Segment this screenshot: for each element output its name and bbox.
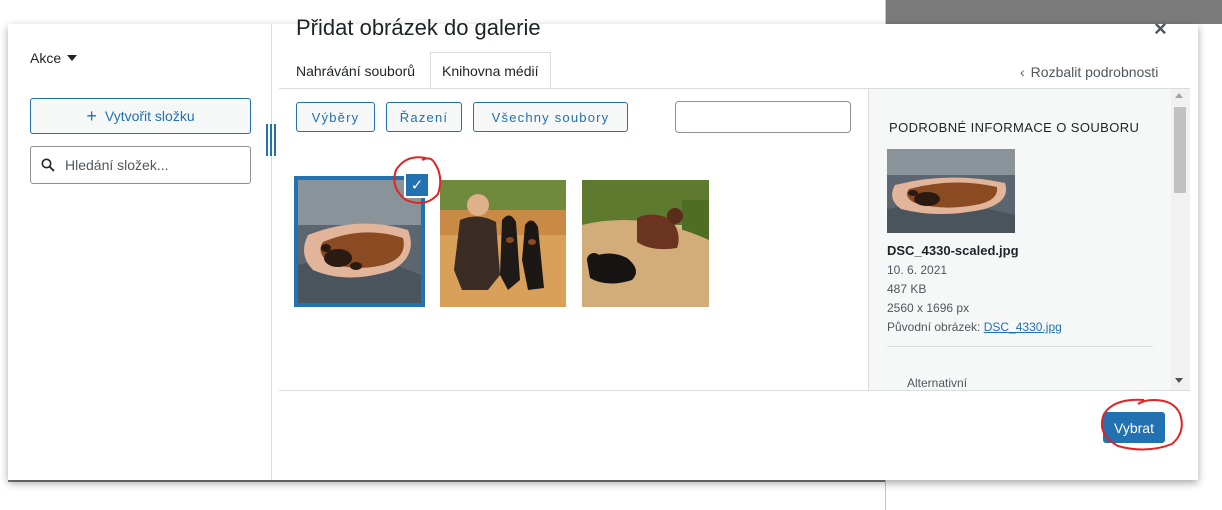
background-left-edge [0, 0, 8, 510]
background-right-header [886, 0, 1222, 24]
search-icon [41, 158, 55, 172]
selections-button[interactable]: Výběry [296, 102, 375, 132]
details-date: 10. 6. 2021 [887, 263, 948, 277]
close-icon[interactable]: × [1154, 16, 1167, 42]
dog-paw-image [298, 180, 421, 303]
man-with-dogs-image [440, 180, 566, 307]
caret-down-icon [67, 55, 78, 61]
tab-media-library[interactable]: Knihovna médií [430, 52, 551, 89]
scroll-up-arrow-icon[interactable] [1175, 93, 1183, 98]
scroll-down-arrow-icon[interactable] [1175, 378, 1183, 383]
media-item-dogs-on-deck[interactable] [582, 180, 709, 307]
scrollbar-thumb[interactable] [1174, 107, 1186, 193]
media-item-man-with-dogs[interactable] [440, 180, 566, 307]
details-thumbnail [887, 149, 1015, 233]
chevron-left-icon: ‹ [1020, 64, 1025, 80]
sort-button[interactable]: Řazení [386, 102, 462, 132]
all-files-button[interactable]: Všechny soubory [473, 102, 628, 132]
details-filesize: 487 KB [887, 282, 927, 296]
actions-dropdown[interactable]: Akce [30, 50, 78, 66]
details-heading: PODROBNÉ INFORMACE O SOUBORU [889, 120, 1140, 135]
sidebar-resize-handle[interactable] [266, 124, 278, 156]
background-right-footer [886, 482, 1222, 510]
folder-search-box[interactable] [30, 146, 251, 184]
original-image-link[interactable]: DSC_4330.jpg [984, 320, 1062, 334]
dogs-on-deck-image [582, 180, 709, 307]
expand-details-link[interactable]: ‹ Rozbalit podrobnosti [1020, 64, 1158, 80]
details-dimensions: 2560 x 1696 px [887, 301, 970, 315]
attachment-details-panel: PODROBNÉ INFORMACE O SOUBORU DSC_4330-sc… [868, 89, 1171, 390]
folder-sidebar: Akce + Vytvořit složku [8, 24, 272, 480]
actions-label: Akce [30, 50, 62, 66]
original-image-label: Původní obrázek: [887, 320, 981, 334]
plus-icon: + [86, 106, 97, 126]
media-search-input[interactable] [675, 101, 851, 133]
details-divider [887, 346, 1153, 347]
expand-details-label: Rozbalit podrobnosti [1030, 64, 1159, 80]
details-paw-image [887, 149, 1015, 233]
folder-search-input[interactable] [65, 157, 235, 173]
details-filename: DSC_4330-scaled.jpg [887, 243, 1019, 258]
footer-divider [279, 390, 1190, 391]
details-original: Původní obrázek: DSC_4330.jpg [887, 320, 1062, 334]
alt-text-label: Alternativní [907, 376, 968, 390]
select-button[interactable]: Vybrat [1103, 412, 1165, 443]
selected-check-icon[interactable]: ✓ [404, 172, 430, 198]
create-folder-label: Vytvořit složku [104, 108, 195, 124]
create-folder-button[interactable]: + Vytvořit složku [30, 98, 251, 134]
dialog-title: Přidat obrázek do galerie [296, 15, 541, 40]
tab-upload-files[interactable]: Nahrávání souborů [285, 52, 426, 89]
